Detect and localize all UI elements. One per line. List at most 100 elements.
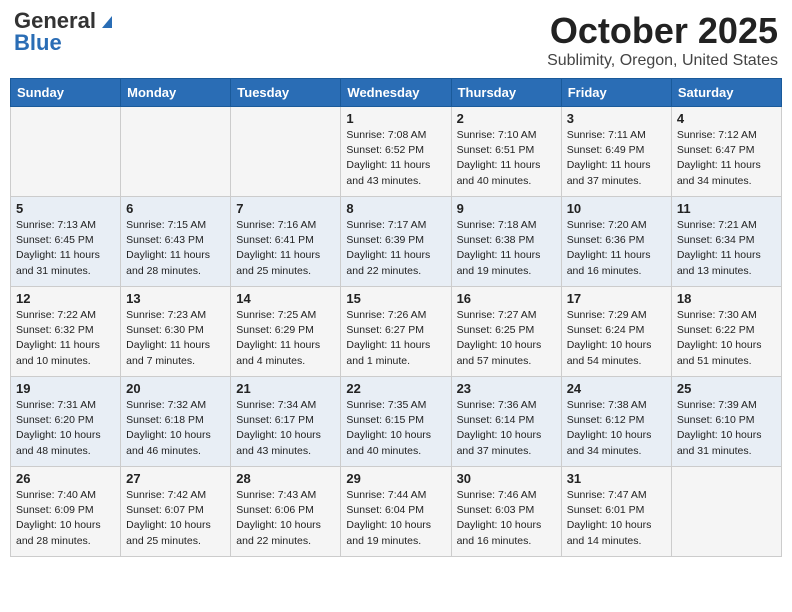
day-info: Sunrise: 7:47 AMSunset: 6:01 PMDaylight:… bbox=[567, 488, 666, 549]
day-cell: 6Sunrise: 7:15 AMSunset: 6:43 PMDaylight… bbox=[121, 197, 231, 287]
day-cell: 16 Sunrise: 7:27 AMSunset: 6:25 PMDayligh… bbox=[451, 287, 561, 377]
logo: General Blue bbox=[14, 10, 116, 54]
day-info: Sunrise: 7:10 AMSunset: 6:51 PMDaylight:… bbox=[457, 128, 556, 189]
day-cell: 5 Sunrise: 7:13 AMSunset: 6:45 PMDaylight… bbox=[11, 197, 121, 287]
day-info: Sunrise: 7:30 AMSunset: 6:22 PMDaylight:… bbox=[677, 308, 776, 369]
day-cell: 22Sunrise: 7:35 AMSunset: 6:15 PMDayligh… bbox=[341, 377, 451, 467]
logo-icon bbox=[98, 12, 116, 30]
logo-general: General bbox=[14, 10, 96, 32]
day-number: 21 bbox=[236, 381, 335, 396]
day-number: 30 bbox=[457, 471, 556, 486]
day-number: 23 bbox=[457, 381, 556, 396]
day-number: 12 bbox=[16, 291, 115, 306]
header-tuesday: Tuesday bbox=[231, 79, 341, 107]
day-number: 25 bbox=[677, 381, 776, 396]
day-cell: 12 Sunrise: 7:22 AMSunset: 6:32 PMDayligh… bbox=[11, 287, 121, 377]
day-cell bbox=[121, 107, 231, 197]
week-row-3: 12 Sunrise: 7:22 AMSunset: 6:32 PMDayligh… bbox=[11, 287, 782, 377]
day-cell: 26Sunrise: 7:40 AMSunset: 6:09 PMDayligh… bbox=[11, 467, 121, 557]
day-number: 7 bbox=[236, 201, 335, 216]
calendar-table: SundayMondayTuesdayWednesdayThursdayFrid… bbox=[10, 78, 782, 557]
day-cell: 10Sunrise: 7:20 AMSunset: 6:36 PMDayligh… bbox=[561, 197, 671, 287]
day-info: Sunrise: 7:29 AMSunset: 6:24 PMDaylight:… bbox=[567, 308, 666, 369]
day-cell: 4 Sunrise: 7:12 AMSunset: 6:47 PMDaylight… bbox=[671, 107, 781, 197]
day-number: 16 bbox=[457, 291, 556, 306]
day-cell: 3 Sunrise: 7:11 AMSunset: 6:49 PMDaylight… bbox=[561, 107, 671, 197]
header-sunday: Sunday bbox=[11, 79, 121, 107]
day-info: Sunrise: 7:26 AMSunset: 6:27 PMDaylight:… bbox=[346, 308, 445, 369]
week-row-2: 5 Sunrise: 7:13 AMSunset: 6:45 PMDaylight… bbox=[11, 197, 782, 287]
day-cell: 17 Sunrise: 7:29 AMSunset: 6:24 PMDayligh… bbox=[561, 287, 671, 377]
day-number: 20 bbox=[126, 381, 225, 396]
day-number: 17 bbox=[567, 291, 666, 306]
day-info: Sunrise: 7:23 AMSunset: 6:30 PMDaylight:… bbox=[126, 308, 225, 369]
week-row-4: 19 Sunrise: 7:31 AMSunset: 6:20 PMDayligh… bbox=[11, 377, 782, 467]
day-info: Sunrise: 7:27 AMSunset: 6:25 PMDaylight:… bbox=[457, 308, 556, 369]
day-info: Sunrise: 7:42 AMSunset: 6:07 PMDaylight:… bbox=[126, 488, 225, 549]
day-cell: 14 Sunrise: 7:25 AMSunset: 6:29 PMDayligh… bbox=[231, 287, 341, 377]
header-saturday: Saturday bbox=[671, 79, 781, 107]
day-info: Sunrise: 7:08 AMSunset: 6:52 PMDaylight:… bbox=[346, 128, 445, 189]
day-info: Sunrise: 7:44 AMSunset: 6:04 PMDaylight:… bbox=[346, 488, 445, 549]
day-number: 18 bbox=[677, 291, 776, 306]
day-cell: 1 Sunrise: 7:08 AMSunset: 6:52 PMDaylight… bbox=[341, 107, 451, 197]
day-info: Sunrise: 7:36 AMSunset: 6:14 PMDaylight:… bbox=[457, 398, 556, 459]
day-info: Sunrise: 7:15 AMSunset: 6:43 PMDaylight:… bbox=[126, 218, 225, 279]
day-info: Sunrise: 7:13 AMSunset: 6:45 PMDaylight:… bbox=[16, 218, 115, 279]
day-info: Sunrise: 7:35 AMSunset: 6:15 PMDaylight:… bbox=[346, 398, 445, 459]
day-number: 9 bbox=[457, 201, 556, 216]
header-monday: Monday bbox=[121, 79, 231, 107]
day-number: 13 bbox=[126, 291, 225, 306]
day-number: 31 bbox=[567, 471, 666, 486]
day-cell: 9Sunrise: 7:18 AMSunset: 6:38 PMDaylight… bbox=[451, 197, 561, 287]
day-number: 29 bbox=[346, 471, 445, 486]
day-number: 3 bbox=[567, 111, 666, 126]
day-cell: 28Sunrise: 7:43 AMSunset: 6:06 PMDayligh… bbox=[231, 467, 341, 557]
day-cell: 8 Sunrise: 7:17 AMSunset: 6:39 PMDaylight… bbox=[341, 197, 451, 287]
day-cell: 13 Sunrise: 7:23 AMSunset: 6:30 PMDayligh… bbox=[121, 287, 231, 377]
day-cell bbox=[231, 107, 341, 197]
day-info: Sunrise: 7:12 AMSunset: 6:47 PMDaylight:… bbox=[677, 128, 776, 189]
day-info: Sunrise: 7:39 AMSunset: 6:10 PMDaylight:… bbox=[677, 398, 776, 459]
day-info: Sunrise: 7:32 AMSunset: 6:18 PMDaylight:… bbox=[126, 398, 225, 459]
day-cell: 7Sunrise: 7:16 AMSunset: 6:41 PMDaylight… bbox=[231, 197, 341, 287]
day-info: Sunrise: 7:46 AMSunset: 6:03 PMDaylight:… bbox=[457, 488, 556, 549]
day-cell: 30 Sunrise: 7:46 AMSunset: 6:03 PMDayligh… bbox=[451, 467, 561, 557]
day-number: 14 bbox=[236, 291, 335, 306]
day-cell: 21 Sunrise: 7:34 AMSunset: 6:17 PMDayligh… bbox=[231, 377, 341, 467]
day-info: Sunrise: 7:25 AMSunset: 6:29 PMDaylight:… bbox=[236, 308, 335, 369]
day-info: Sunrise: 7:21 AMSunset: 6:34 PMDaylight:… bbox=[677, 218, 776, 279]
day-info: Sunrise: 7:43 AMSunset: 6:06 PMDaylight:… bbox=[236, 488, 335, 549]
day-number: 5 bbox=[16, 201, 115, 216]
day-info: Sunrise: 7:11 AMSunset: 6:49 PMDaylight:… bbox=[567, 128, 666, 189]
header-wednesday: Wednesday bbox=[341, 79, 451, 107]
page-subtitle: Sublimity, Oregon, United States bbox=[547, 52, 778, 70]
day-cell bbox=[671, 467, 781, 557]
header-thursday: Thursday bbox=[451, 79, 561, 107]
day-number: 15 bbox=[346, 291, 445, 306]
day-number: 19 bbox=[16, 381, 115, 396]
day-cell: 19 Sunrise: 7:31 AMSunset: 6:20 PMDayligh… bbox=[11, 377, 121, 467]
header-row: SundayMondayTuesdayWednesdayThursdayFrid… bbox=[11, 79, 782, 107]
day-number: 4 bbox=[677, 111, 776, 126]
day-number: 27 bbox=[126, 471, 225, 486]
day-cell: 25 Sunrise: 7:39 AMSunset: 6:10 PMDayligh… bbox=[671, 377, 781, 467]
day-info: Sunrise: 7:38 AMSunset: 6:12 PMDaylight:… bbox=[567, 398, 666, 459]
day-number: 1 bbox=[346, 111, 445, 126]
day-info: Sunrise: 7:40 AMSunset: 6:09 PMDaylight:… bbox=[16, 488, 115, 549]
day-info: Sunrise: 7:22 AMSunset: 6:32 PMDaylight:… bbox=[16, 308, 115, 369]
week-row-1: 1 Sunrise: 7:08 AMSunset: 6:52 PMDaylight… bbox=[11, 107, 782, 197]
day-info: Sunrise: 7:17 AMSunset: 6:39 PMDaylight:… bbox=[346, 218, 445, 279]
day-cell: 27 Sunrise: 7:42 AMSunset: 6:07 PMDayligh… bbox=[121, 467, 231, 557]
day-cell: 29 Sunrise: 7:44 AMSunset: 6:04 PMDayligh… bbox=[341, 467, 451, 557]
day-cell: 31 Sunrise: 7:47 AMSunset: 6:01 PMDayligh… bbox=[561, 467, 671, 557]
day-cell: 23 Sunrise: 7:36 AMSunset: 6:14 PMDayligh… bbox=[451, 377, 561, 467]
day-cell: 18 Sunrise: 7:30 AMSunset: 6:22 PMDayligh… bbox=[671, 287, 781, 377]
day-info: Sunrise: 7:34 AMSunset: 6:17 PMDaylight:… bbox=[236, 398, 335, 459]
day-info: Sunrise: 7:31 AMSunset: 6:20 PMDaylight:… bbox=[16, 398, 115, 459]
day-number: 11 bbox=[677, 201, 776, 216]
day-number: 8 bbox=[346, 201, 445, 216]
day-cell bbox=[11, 107, 121, 197]
logo-blue: Blue bbox=[14, 32, 62, 54]
page-title: October 2025 bbox=[547, 10, 778, 52]
